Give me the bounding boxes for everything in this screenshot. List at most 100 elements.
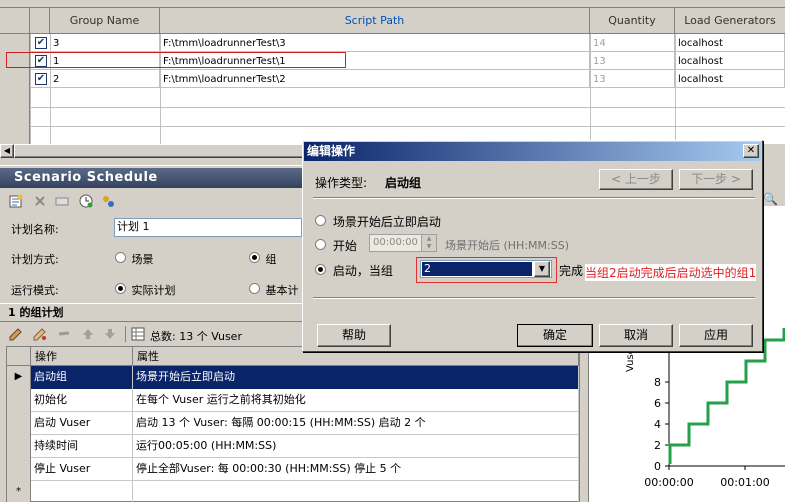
actions-corner bbox=[7, 347, 31, 366]
schedule-settings-icon[interactable] bbox=[101, 194, 115, 208]
group-row-script-path[interactable]: F:\tmm\loadrunnerTest\3 bbox=[160, 34, 590, 52]
delete-schedule-icon[interactable] bbox=[33, 194, 47, 208]
apply-button[interactable]: 应用 bbox=[679, 324, 753, 347]
row-selector[interactable] bbox=[7, 412, 31, 435]
schedule-by-scenario-label: 场景 bbox=[131, 253, 154, 266]
action-cell[interactable]: 初始化 bbox=[31, 389, 133, 412]
action-row[interactable]: 持续时间 运行00:05:00 (HH:MM:SS) bbox=[7, 435, 579, 458]
group-row-load-generator[interactable]: localhost bbox=[675, 52, 785, 70]
group-row-name[interactable]: 3 bbox=[50, 34, 160, 52]
action-cell[interactable] bbox=[31, 481, 133, 502]
run-mode-real-label: 实际计划 bbox=[131, 284, 176, 297]
schedule-name-field[interactable]: 计划 1 bbox=[114, 218, 302, 237]
group-row[interactable]: ✔ 3 F:\tmm\loadrunnerTest\3 14 localhost bbox=[0, 34, 785, 52]
action-cell[interactable]: 持续时间 bbox=[31, 435, 133, 458]
rename-schedule-icon[interactable] bbox=[55, 194, 69, 208]
highlight-row-1 bbox=[6, 52, 346, 68]
grid-row-headers bbox=[0, 34, 30, 144]
group-row-quantity[interactable]: 14 bbox=[590, 34, 675, 52]
grid-top-strip bbox=[0, 0, 785, 8]
move-down-icon[interactable] bbox=[103, 327, 117, 341]
group-name-header[interactable]: Group Name bbox=[50, 8, 160, 34]
row-selector[interactable]: ▶ bbox=[7, 366, 31, 389]
actions-table: 操作 属性 ▶ 启动组 场景开始后立即启动 初始化 在每个 Vuser 运行之前… bbox=[6, 346, 580, 502]
action-cell[interactable]: 停止 Vuser bbox=[31, 458, 133, 481]
radio-on-icon bbox=[249, 252, 260, 263]
zoom-icon[interactable]: 🔍 bbox=[763, 192, 778, 206]
cancel-button[interactable]: 取消 bbox=[599, 324, 673, 347]
load-generators-header[interactable]: Load Generators bbox=[675, 8, 785, 34]
run-mode-basic-label: 基本计 bbox=[265, 284, 299, 297]
y-tick-label: 6 bbox=[654, 397, 661, 410]
group-row-load-generator[interactable]: localhost bbox=[675, 34, 785, 52]
delete-action-icon[interactable] bbox=[57, 327, 71, 341]
prev-step-button[interactable]: < 上一步 bbox=[599, 169, 673, 190]
group-row-checkbox[interactable]: ✔ bbox=[35, 73, 47, 85]
dialog-separator-bottom bbox=[313, 297, 755, 299]
schedule-by-label: 计划方式: bbox=[11, 253, 59, 266]
delay-spinner-icon[interactable]: ▲ ▼ bbox=[421, 235, 436, 251]
action-row[interactable]: 启动 Vuser 启动 13 个 Vuser: 每隔 00:00:15 (HH:… bbox=[7, 412, 579, 435]
property-cell[interactable] bbox=[133, 481, 579, 502]
close-icon[interactable]: ✕ bbox=[743, 144, 759, 158]
action-row[interactable]: 初始化 在每个 Vuser 运行之前将其初始化 bbox=[7, 389, 579, 412]
group-select-value: 2 bbox=[422, 262, 532, 276]
option-immediately-radio[interactable]: 场景开始后立即启动 bbox=[315, 213, 441, 230]
view-table-icon[interactable] bbox=[131, 327, 145, 341]
action-cell[interactable]: 启动 Vuser bbox=[31, 412, 133, 435]
option-after-group-radio[interactable]: 启动，当组 bbox=[315, 262, 393, 279]
action-column-header[interactable]: 操作 bbox=[31, 347, 133, 366]
radio-on-icon bbox=[315, 264, 326, 275]
schedule-clock-icon[interactable] bbox=[79, 194, 93, 208]
group-row-load-generator[interactable]: localhost bbox=[675, 70, 785, 88]
group-select[interactable]: 2 ▼ bbox=[420, 260, 552, 278]
group-row-name[interactable]: 2 bbox=[50, 70, 160, 88]
ok-button[interactable]: 确定 bbox=[517, 324, 593, 347]
row-selector[interactable] bbox=[7, 435, 31, 458]
checkmark-icon: ✔ bbox=[35, 37, 47, 49]
next-step-button[interactable]: 下一步 > bbox=[679, 169, 753, 190]
radio-off-icon bbox=[315, 215, 326, 226]
radio-off-icon bbox=[115, 252, 126, 263]
action-row[interactable]: * bbox=[7, 481, 579, 502]
property-cell[interactable]: 场景开始后立即启动 bbox=[133, 366, 579, 389]
group-row-quantity[interactable]: 13 bbox=[590, 52, 675, 70]
add-action-icon[interactable] bbox=[9, 327, 23, 341]
quantity-header[interactable]: Quantity bbox=[590, 8, 675, 34]
action-row[interactable]: 停止 Vuser 停止全部Vuser: 每 00:00:30 (HH:MM:SS… bbox=[7, 458, 579, 481]
edit-action-dialog: 编辑操作 ✕ 操作类型: 启动组 < 上一步 下一步 > 场景开始后立即启动 开… bbox=[302, 140, 763, 352]
chevron-down-icon[interactable]: ▼ bbox=[534, 261, 550, 277]
schedule-by-group-radio[interactable]: 组 bbox=[249, 251, 277, 267]
script-path-header[interactable]: Script Path bbox=[160, 8, 590, 34]
move-up-icon[interactable] bbox=[81, 327, 95, 341]
property-cell[interactable]: 启动 13 个 Vuser: 每隔 00:00:15 (HH:MM:SS) 启动… bbox=[133, 412, 579, 435]
option-delay-label: 开始 bbox=[332, 239, 357, 253]
annotation-note: 当组2启动完成后启动选中的组1 bbox=[585, 264, 757, 281]
group-row-quantity[interactable]: 13 bbox=[590, 70, 675, 88]
run-mode-real-radio[interactable]: 实际计划 bbox=[115, 282, 176, 298]
option-delay-radio[interactable]: 开始 bbox=[315, 237, 357, 254]
edit-action-icon[interactable] bbox=[33, 327, 47, 341]
property-cell[interactable]: 停止全部Vuser: 每 00:00:30 (HH:MM:SS) 停止 5 个 bbox=[133, 458, 579, 481]
new-schedule-icon[interactable] bbox=[9, 194, 23, 208]
radio-off-icon bbox=[315, 239, 326, 250]
group-row-script-path[interactable]: F:\tmm\loadrunnerTest\2 bbox=[160, 70, 590, 88]
action-row[interactable]: ▶ 启动组 场景开始后立即启动 bbox=[7, 366, 579, 389]
action-type-label: 操作类型: bbox=[315, 176, 368, 190]
help-button[interactable]: 帮助 bbox=[317, 324, 391, 347]
row-selector[interactable] bbox=[7, 389, 31, 412]
scroll-left-button[interactable]: ◀ bbox=[0, 144, 14, 158]
scroll-thumb[interactable] bbox=[14, 144, 314, 158]
property-cell[interactable]: 运行00:05:00 (HH:MM:SS) bbox=[133, 435, 579, 458]
action-cell[interactable]: 启动组 bbox=[31, 366, 133, 389]
property-cell[interactable]: 在每个 Vuser 运行之前将其初始化 bbox=[133, 389, 579, 412]
group-row[interactable]: ✔ 2 F:\tmm\loadrunnerTest\2 13 localhost bbox=[0, 70, 785, 88]
run-mode-basic-radio[interactable]: 基本计 bbox=[249, 282, 301, 298]
option-delay-suffix: 场景开始后 (HH:MM:SS) bbox=[445, 239, 569, 252]
row-selector[interactable] bbox=[7, 458, 31, 481]
checkmark-icon: ✔ bbox=[35, 73, 47, 85]
row-selector[interactable]: * bbox=[7, 481, 31, 502]
group-row-checkbox[interactable]: ✔ bbox=[35, 37, 47, 49]
grid-corner bbox=[0, 8, 30, 34]
schedule-by-scenario-radio[interactable]: 场景 bbox=[115, 251, 154, 267]
